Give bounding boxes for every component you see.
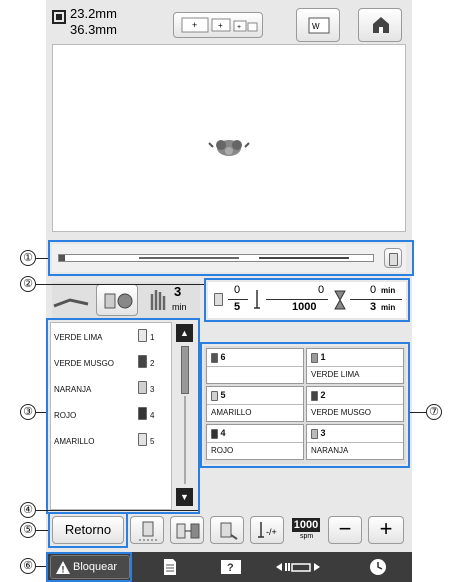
- color-sort-button[interactable]: [170, 516, 204, 544]
- clock-icon[interactable]: [368, 557, 388, 577]
- thread-tab-icon: [104, 293, 133, 309]
- highlight-3: [46, 318, 200, 514]
- minus-icon: −: [338, 516, 352, 541]
- svg-text:?: ?: [227, 562, 234, 574]
- svg-text:W: W: [312, 22, 320, 31]
- home-button[interactable]: [358, 8, 402, 42]
- document-icon[interactable]: [162, 558, 178, 576]
- tabs-area: 3 min: [52, 282, 200, 318]
- callout-6: ⑥: [20, 558, 36, 574]
- highlight-2: [204, 278, 410, 322]
- presser-foot-icon: [53, 298, 89, 308]
- callout-3: ③: [20, 404, 36, 420]
- tab-thread[interactable]: [96, 284, 138, 316]
- speed-unit: spm: [300, 533, 314, 540]
- home-icon: [373, 17, 389, 33]
- speed-value: 1000: [292, 518, 320, 532]
- speed-minus-button[interactable]: −: [328, 516, 362, 544]
- embroidery-preview: [52, 44, 406, 232]
- spool-change-button[interactable]: [210, 516, 244, 544]
- hand-icon: [150, 290, 166, 310]
- callout-5: ⑤: [20, 522, 36, 538]
- svg-text:+: +: [192, 20, 197, 30]
- speed-plus-button[interactable]: +: [368, 516, 404, 544]
- callout-2: ②: [20, 276, 36, 292]
- spool-hand-icon: [220, 522, 238, 540]
- highlight-6: [46, 552, 132, 582]
- help-icon[interactable]: ?: [220, 559, 242, 575]
- width-value: 23.2mm: [70, 6, 117, 21]
- needle-plus-minus-icon: -/+: [258, 522, 277, 538]
- color-sort-icon: [176, 523, 200, 539]
- thread-trim-button[interactable]: [130, 516, 164, 544]
- preview-icon: W: [308, 17, 330, 34]
- plus-icon: +: [379, 516, 393, 541]
- design-thumbnail: [208, 140, 250, 156]
- size-icon: [52, 10, 66, 24]
- svg-text:+: +: [237, 24, 241, 31]
- tab-time-value: 3: [174, 284, 182, 299]
- preview-button[interactable]: W: [296, 8, 340, 42]
- needle-speed-button[interactable]: -/+: [250, 516, 284, 544]
- frame-move-icon[interactable]: [274, 560, 322, 574]
- spool-trim-icon: [139, 521, 157, 541]
- height-value: 36.3mm: [70, 22, 117, 37]
- highlight-7: [200, 342, 410, 468]
- frame-size-indicator: + + +: [173, 12, 263, 38]
- svg-text:-/+: -/+: [266, 527, 277, 537]
- tab-time-unit: min: [172, 302, 187, 312]
- highlight-1: [48, 240, 414, 276]
- svg-text:+: +: [218, 21, 223, 30]
- callout-7: ⑦: [426, 404, 442, 420]
- highlight-5: [48, 512, 128, 548]
- callout-1: ①: [20, 250, 36, 266]
- callout-4: ④: [20, 502, 36, 518]
